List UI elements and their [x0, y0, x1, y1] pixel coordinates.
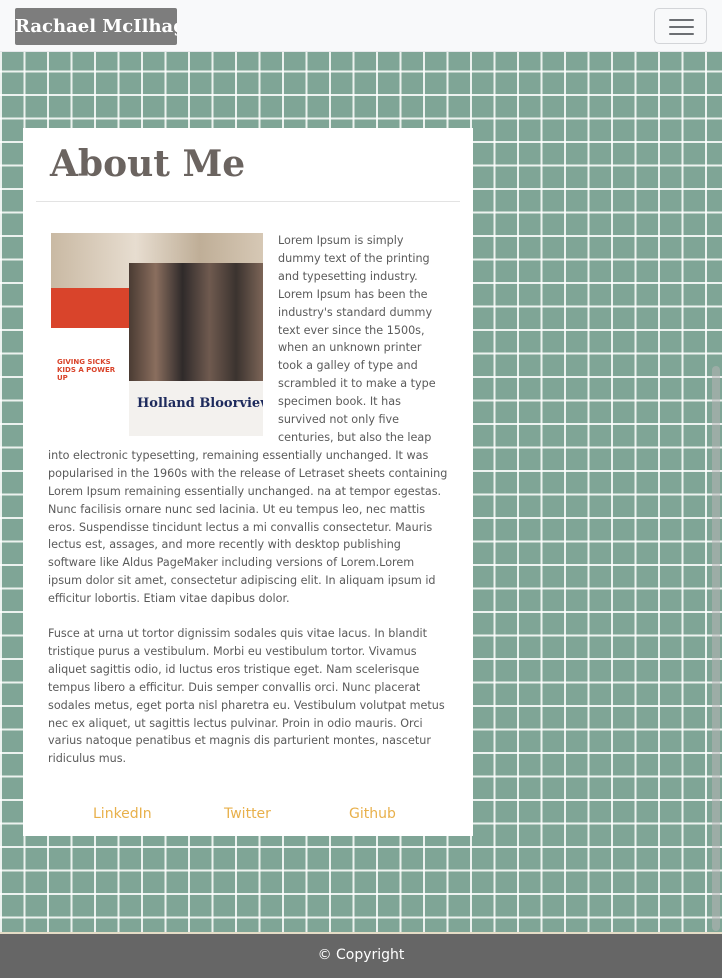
profile-photo: GIVING SICKS KIDS A POWER UP Holland Blo… [51, 233, 263, 436]
brand-link[interactable]: Rachael McIlhagga [15, 8, 177, 45]
banner-text: GIVING SICKS KIDS A POWER UP [57, 358, 116, 382]
top-navbar: Rachael McIlhagga [0, 0, 722, 52]
about-card: About Me GIVING SICKS KIDS A POWER UP Ho… [23, 128, 473, 836]
linkedin-link[interactable]: LinkedIn [93, 806, 152, 822]
copyright-text: © Copyright [317, 947, 405, 963]
about-paragraph-2: Fusce at urna ut tortor dignissim sodale… [48, 627, 445, 766]
photo-sign-text: Holland Bloorview [137, 396, 263, 411]
page-title: About Me [50, 143, 246, 185]
twitter-link[interactable]: Twitter [224, 806, 271, 822]
navbar-toggler-button[interactable] [654, 8, 707, 44]
social-links: LinkedIn Twitter Github [23, 806, 473, 826]
title-divider [36, 201, 460, 202]
page-footer: © Copyright [0, 932, 722, 978]
github-link[interactable]: Github [349, 806, 396, 822]
page-scrollbar[interactable] [712, 366, 720, 931]
about-body: GIVING SICKS KIDS A POWER UP Holland Blo… [48, 232, 448, 785]
